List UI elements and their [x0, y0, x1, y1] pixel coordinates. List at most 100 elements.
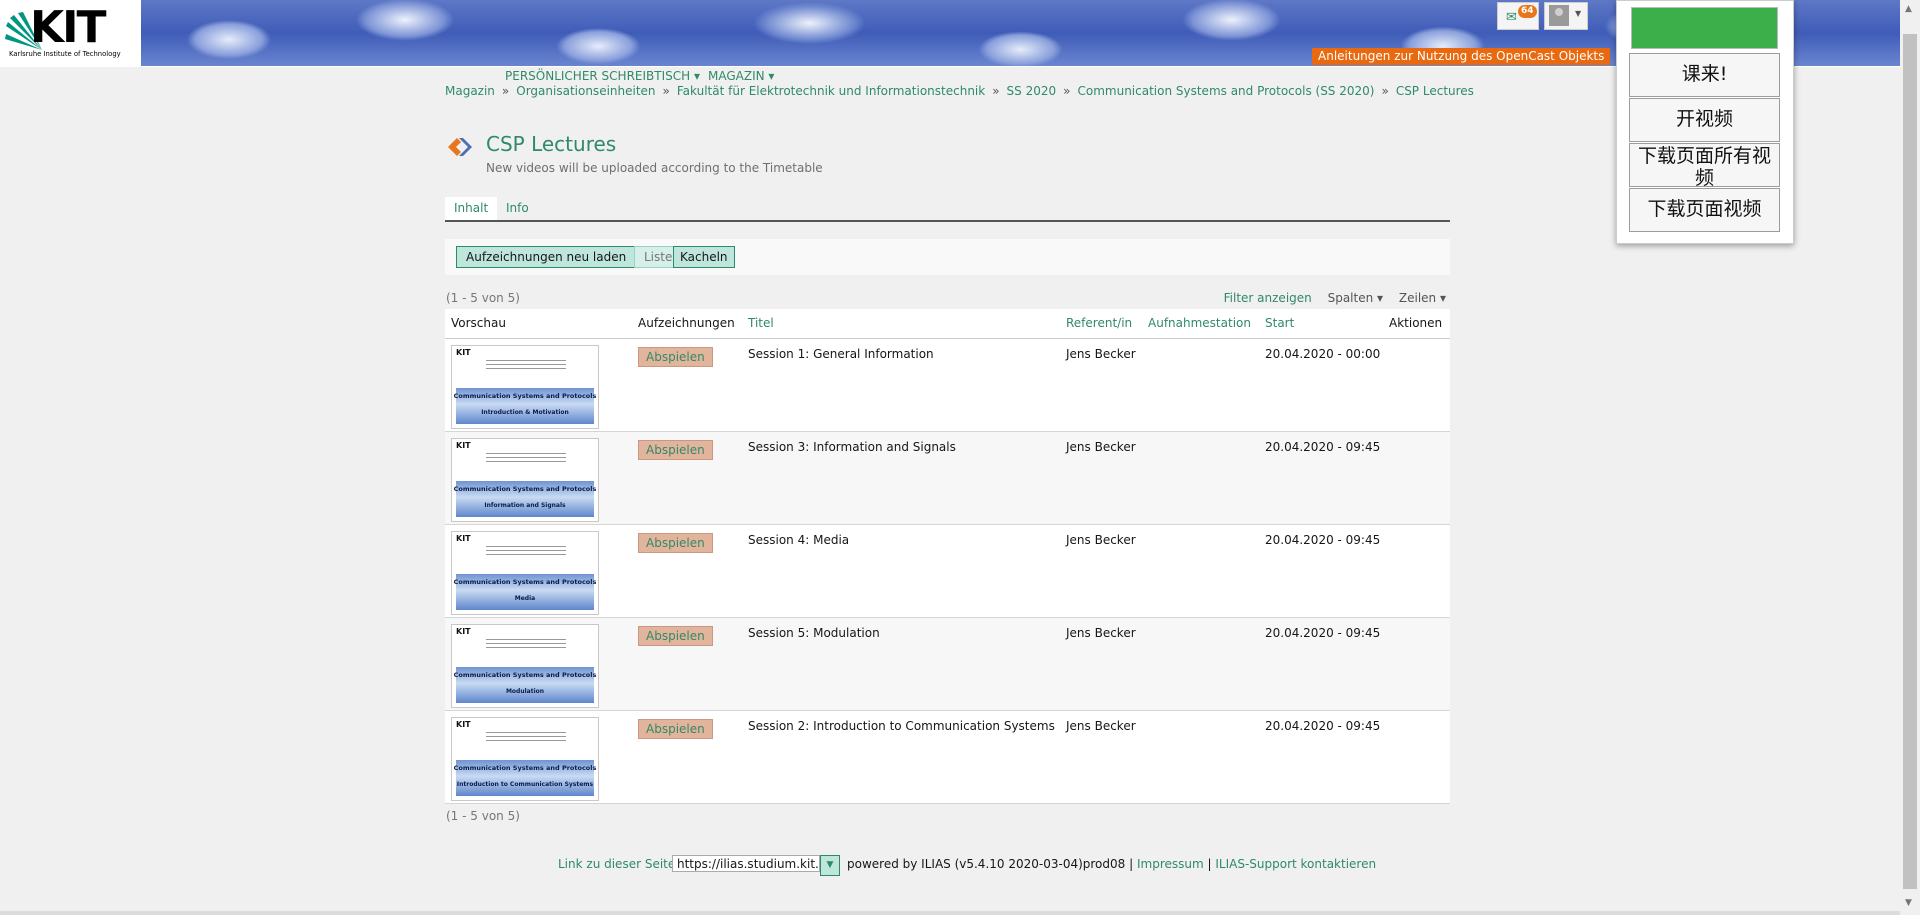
tab-inhalt[interactable]: Inhalt: [445, 197, 498, 220]
thumbnail-subtitle: Media: [514, 595, 536, 602]
row-start: 20.04.2020 - 09:45: [1265, 719, 1381, 733]
page-description: New videos will be uploaded according to…: [486, 161, 823, 175]
row-speaker: Jens Becker: [1066, 626, 1136, 640]
opencast-object-icon: [448, 138, 472, 156]
column-header-start[interactable]: Start: [1265, 316, 1294, 330]
scrollbar[interactable]: ▲ ▼: [1900, 0, 1920, 915]
thumbnail-title: Communication Systems and Protocols: [453, 485, 597, 493]
thumbnail-subtitle: Modulation: [505, 688, 545, 695]
rows-dropdown[interactable]: Zeilen ▾: [1393, 291, 1446, 305]
breadcrumb-separator: »: [662, 84, 670, 98]
extension-button-download-page[interactable]: 下载页面视频: [1629, 188, 1780, 232]
thumbnail-subtitle: Introduction & Motivation: [481, 409, 569, 416]
rows-label: Zeilen: [1398, 291, 1437, 305]
row-speaker: Jens Becker: [1066, 533, 1136, 547]
row-title: Session 1: General Information: [748, 347, 934, 361]
row-start: 20.04.2020 - 00:00: [1265, 347, 1381, 361]
menu-personal-desktop[interactable]: Persönlicher Schreibtisch ▾: [505, 69, 700, 83]
video-thumbnail[interactable]: KIT Communication Systems and Protocols …: [451, 624, 599, 708]
menu-magazin[interactable]: Magazin ▾: [708, 69, 774, 83]
thumbnail-title: Communication Systems and Protocols: [453, 392, 597, 400]
avatar: [1549, 5, 1569, 26]
play-button[interactable]: Abspielen: [638, 719, 713, 739]
extension-button-kelai[interactable]: 课来!: [1629, 53, 1780, 97]
chevron-down-icon: ▼: [1575, 9, 1582, 18]
breadcrumb-item[interactable]: Magazin: [445, 84, 495, 98]
breadcrumb-separator: »: [1063, 84, 1071, 98]
thumbnail-subtitle: Information and Signals: [484, 502, 566, 509]
scroll-down-icon[interactable]: ▼: [1905, 898, 1912, 908]
video-thumbnail[interactable]: KIT Communication Systems and Protocols …: [451, 717, 599, 801]
toolbar: Aufzeichnungen neu laden Liste Kacheln: [445, 239, 1450, 275]
row-start: 20.04.2020 - 09:45: [1265, 626, 1381, 640]
extension-button-download-all[interactable]: 下载页面所有视频: [1629, 143, 1780, 187]
breadcrumb-item[interactable]: Organisationseinheiten: [516, 84, 655, 98]
thumbnail-text-lines: [486, 360, 566, 370]
column-header-aufnahmestation[interactable]: Aufnahmestation: [1148, 316, 1251, 330]
breadcrumb-item[interactable]: CSP Lectures: [1396, 84, 1474, 98]
video-thumbnail[interactable]: KIT Communication Systems and Protocols …: [451, 438, 599, 522]
footer-divider: |: [1129, 857, 1137, 871]
mail-button[interactable]: ✉ 64: [1497, 2, 1539, 30]
logo-subtitle: Karlsruhe Institute of Technology: [9, 50, 121, 58]
table-row: KIT Communication Systems and Protocols …: [445, 618, 1450, 711]
result-count-bottom: (1 - 5 von 5): [446, 809, 520, 823]
filter-toggle[interactable]: Filter anzeigen: [1224, 291, 1312, 305]
thumbnail-text-lines: [486, 453, 566, 463]
play-button[interactable]: Abspielen: [638, 440, 713, 460]
row-title: Session 5: Modulation: [748, 626, 880, 640]
logo-word: KIT: [30, 2, 106, 53]
permalink-label: Link zu dieser Seite:: [558, 857, 680, 871]
breadcrumb-item[interactable]: SS 2020: [1007, 84, 1057, 98]
user-menu-button[interactable]: ▼: [1544, 2, 1588, 30]
extension-button-open-video[interactable]: 开视频: [1629, 98, 1780, 142]
scrollbar-thumb[interactable]: [1903, 34, 1917, 889]
column-header-aktionen: Aktionen: [1389, 316, 1443, 330]
column-header-referent[interactable]: Referent/in: [1066, 316, 1132, 330]
permalink-input[interactable]: https://ilias.studium.kit.e: [672, 855, 820, 872]
column-header-aufzeichnungen: Aufzeichnungen: [638, 316, 735, 330]
breadcrumb: Magazin » Organisationseinheiten » Fakultät …: [445, 84, 1474, 98]
reload-recordings-button[interactable]: Aufzeichnungen neu laden: [456, 246, 637, 268]
columns-label: Spalten: [1327, 291, 1374, 305]
row-title: Session 2: Introduction to Communication…: [748, 719, 1055, 733]
breadcrumb-item[interactable]: Fakultät für Elektrotechnik und Informat…: [677, 84, 985, 98]
video-thumbnail[interactable]: KIT Communication Systems and Protocols …: [451, 531, 599, 615]
table-row: KIT Communication Systems and Protocols …: [445, 339, 1450, 432]
row-start: 20.04.2020 - 09:45: [1265, 533, 1381, 547]
thumbnail-logo: KIT: [456, 534, 471, 543]
recordings-table: Vorschau Aufzeichnungen Titel Referent/i…: [445, 309, 1450, 804]
tab-bar: Inhalt Info: [445, 197, 1450, 222]
menu-label: Magazin: [708, 69, 765, 83]
table-row: KIT Communication Systems and Protocols …: [445, 525, 1450, 618]
scroll-up-icon[interactable]: ▲: [1905, 4, 1912, 14]
permalink-dropdown-button[interactable]: ▼: [820, 855, 840, 876]
thumbnail-logo: KIT: [456, 441, 471, 450]
thumbnail-title: Communication Systems and Protocols: [453, 764, 597, 772]
breadcrumb-item[interactable]: Communication Systems and Protocols (SS …: [1077, 84, 1374, 98]
powered-by-text: powered by ILIAS (v5.4.10 2020-03-04)pro…: [847, 857, 1126, 871]
footer-permalink-label: Link zu dieser Seite:: [558, 857, 679, 871]
play-button[interactable]: Abspielen: [638, 626, 713, 646]
tab-info[interactable]: Info: [497, 197, 538, 220]
play-button[interactable]: Abspielen: [638, 347, 713, 367]
play-button[interactable]: Abspielen: [638, 533, 713, 553]
column-header-vorschau: Vorschau: [451, 316, 506, 330]
video-thumbnail[interactable]: KIT Communication Systems and Protocols …: [451, 345, 599, 429]
horizontal-scrollbar: [0, 911, 1900, 915]
impressum-link[interactable]: Impressum: [1137, 857, 1204, 871]
table-row: KIT Communication Systems and Protocols …: [445, 711, 1450, 804]
table-header: Vorschau Aufzeichnungen Titel Referent/i…: [445, 309, 1450, 339]
columns-dropdown[interactable]: Spalten ▾: [1322, 291, 1383, 305]
thumbnail-logo: KIT: [456, 627, 471, 636]
thumbnail-text-lines: [486, 546, 566, 556]
row-speaker: Jens Becker: [1066, 347, 1136, 361]
opencast-help-link[interactable]: Anleitungen zur Nutzung des OpenCast Obj…: [1312, 48, 1611, 65]
row-start: 20.04.2020 - 09:45: [1265, 440, 1381, 454]
menu-label: Persönlicher Schreibtisch: [505, 69, 691, 83]
extension-status-indicator: [1631, 7, 1778, 49]
column-header-titel[interactable]: Titel: [748, 316, 774, 330]
support-link[interactable]: ILIAS-Support kontaktieren: [1215, 857, 1376, 871]
kit-logo[interactable]: KIT Karlsruhe Institute of Technology: [0, 0, 141, 67]
tile-view-button[interactable]: Kacheln: [673, 246, 735, 268]
